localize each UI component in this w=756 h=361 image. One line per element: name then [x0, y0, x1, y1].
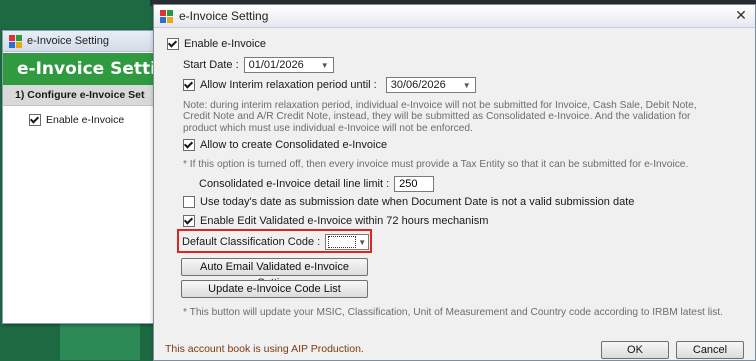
auto-email-setting-button[interactable]: Auto Email Validated e-Invoice Setting	[181, 258, 368, 289]
interim-checkbox[interactable]	[183, 79, 195, 91]
enable-einvoice-checkbox[interactable]	[167, 38, 179, 50]
cancel-button[interactable]: Cancel	[676, 341, 744, 359]
dialog-content: Enable e-Invoice Start Date : 01/01/2026…	[154, 28, 755, 360]
detail-limit-row: Consolidated e-Invoice detail line limit…	[199, 176, 435, 192]
edit-validated-checkbox[interactable]	[183, 215, 195, 227]
production-mode-note: This account book is using AIP Productio…	[165, 343, 364, 355]
background-enable-checkbox[interactable]	[29, 114, 41, 126]
app-icon	[9, 34, 22, 48]
wizard-step-label[interactable]: 1) Configure e-Invoice Set	[3, 85, 159, 106]
interim-label: Allow Interim relaxation period until :	[200, 79, 377, 91]
interim-note-line: product which must use individual e-Invo…	[183, 122, 473, 134]
chevron-down-icon[interactable]: ▼	[321, 61, 329, 70]
start-date-value: 01/01/2026	[248, 59, 304, 71]
einvoice-setting-dialog: e-Invoice Setting ✕ Enable e-Invoice Sta…	[153, 4, 756, 361]
consolidated-note: * If this option is turned off, then eve…	[183, 159, 689, 170]
detail-limit-input[interactable]	[394, 176, 435, 192]
background-window-titlebar: e-Invoice Setting	[3, 31, 159, 52]
classification-code-select[interactable]: ▼	[325, 234, 370, 250]
close-icon[interactable]: ✕	[733, 7, 749, 23]
start-date-row: Start Date : 01/01/2026 ▼	[183, 57, 334, 73]
update-code-list-button[interactable]: Update e-Invoice Code List	[181, 280, 368, 298]
edit-validated-row[interactable]: Enable Edit Validated e-Invoice within 7…	[183, 215, 488, 227]
update-note: * This button will update your MSIC, Cla…	[183, 307, 723, 318]
classification-code-value	[328, 236, 357, 248]
consolidated-row[interactable]: Allow to create Consolidated e-Invoice	[183, 139, 387, 151]
interim-date-picker[interactable]: 30/06/2026 ▼	[385, 77, 476, 93]
chevron-down-icon[interactable]: ▼	[358, 238, 366, 247]
start-date-picker[interactable]: 01/01/2026 ▼	[243, 57, 334, 73]
enable-einvoice-label: Enable e-Invoice	[184, 38, 266, 50]
interim-note-line: Note: during interim relaxation period, …	[183, 100, 697, 111]
dialog-titlebar: e-Invoice Setting ✕	[154, 5, 755, 28]
interim-row[interactable]: Allow Interim relaxation period until : …	[183, 77, 476, 93]
todays-date-row[interactable]: Use today's date as submission date when…	[183, 196, 634, 208]
interim-note: Note: during interim relaxation period, …	[183, 100, 697, 134]
consolidated-label: Allow to create Consolidated e-Invoice	[200, 139, 388, 151]
start-date-label: Start Date :	[183, 59, 239, 71]
chevron-down-icon[interactable]: ▼	[463, 81, 471, 90]
detail-limit-label: Consolidated e-Invoice detail line limit…	[199, 178, 390, 190]
background-enable-row[interactable]: Enable e-Invoice	[29, 114, 159, 126]
interim-note-line: Credit Note and A/R Credit Note, instead…	[183, 111, 691, 123]
interim-date-value: 30/06/2026	[390, 79, 446, 91]
todays-date-checkbox[interactable]	[183, 196, 195, 208]
classification-row: Default Classification Code : ▼	[182, 234, 370, 250]
edit-validated-label: Enable Edit Validated e-Invoice within 7…	[200, 215, 489, 227]
background-enable-label: Enable e-Invoice	[46, 114, 125, 126]
todays-date-label: Use today's date as submission date when…	[200, 196, 635, 208]
wizard-banner: e-Invoice Settin	[3, 53, 159, 85]
app-icon	[160, 9, 173, 23]
consolidated-checkbox[interactable]	[183, 139, 195, 151]
ok-button[interactable]: OK	[601, 341, 669, 359]
dialog-title: e-Invoice Setting	[179, 9, 269, 23]
background-window-title: e-Invoice Setting	[27, 35, 109, 47]
enable-einvoice-row[interactable]: Enable e-Invoice	[167, 38, 266, 50]
classification-label: Default Classification Code :	[182, 236, 321, 248]
background-wizard-window: e-Invoice Setting e-Invoice Settin 1) Co…	[2, 30, 160, 324]
